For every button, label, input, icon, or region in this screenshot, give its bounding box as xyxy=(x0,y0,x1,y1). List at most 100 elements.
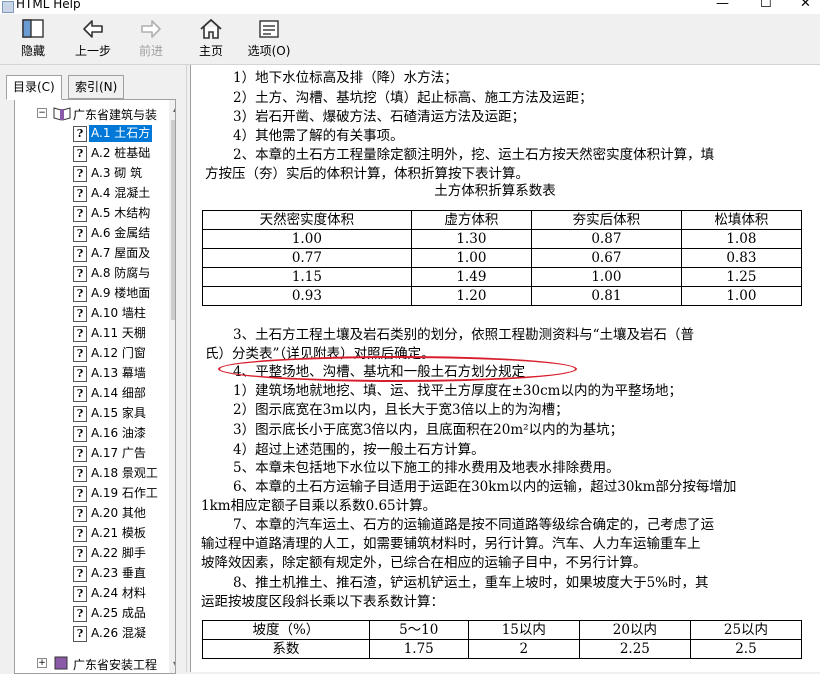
help-topic-icon: ? xyxy=(73,286,87,302)
table-header-cell: 松填体积 xyxy=(680,210,803,230)
arrow-right-icon xyxy=(141,20,161,38)
tree-item-label: A.13 幕墙 xyxy=(91,366,146,380)
table-header-cell: 虚方体积 xyxy=(410,210,533,230)
help-topic-icon: ? xyxy=(73,446,87,462)
text-line: 坡降效因素，除定额有规定外，已综合在相应的运输子目中，不另行计算。 xyxy=(201,555,647,571)
tree-item-label: A.18 景观工 xyxy=(91,466,158,480)
table-row: 坡度（%） 5～10 15以内 20以内 25以内 xyxy=(202,620,803,640)
closed-book-icon xyxy=(54,656,68,670)
tree-item-label: A.14 细部 xyxy=(91,386,146,400)
tree-item-label: A.15 家具 xyxy=(91,406,146,420)
text-line: 7、本章的汽车运土、石方的运输道路是按不同道路等级综合确定的，己考虑了运 xyxy=(233,517,715,533)
maximize-button[interactable]: ☐ xyxy=(760,0,772,11)
scrollbar-thumb[interactable] xyxy=(171,120,175,320)
tree-item-label: A.7 屋面及 xyxy=(91,246,151,260)
table-cell: 1.00 xyxy=(531,267,682,287)
tree-item-label: A.4 混凝土 xyxy=(91,186,151,200)
table-cell: 0.81 xyxy=(531,286,682,306)
collapse-icon[interactable]: − xyxy=(37,108,47,118)
table-cell: 20以内 xyxy=(578,620,691,640)
help-topic-icon: ? xyxy=(73,486,87,502)
table-cell: 25以内 xyxy=(689,620,803,640)
text-line: 5、本章未包括地下水位以下施工的排水费用及地表水排除费用。 xyxy=(233,460,620,476)
topic-content: 1）地下水位标高及排（降）水方法； 2）土方、沟槽、基坑挖（填）起止标高、施工方… xyxy=(190,65,820,672)
text-line: 1km相应定额子目乘以系数0.65计算。 xyxy=(201,498,437,514)
table-row: 1.15 1.49 1.00 1.25 xyxy=(202,267,803,287)
table-cell: 1.20 xyxy=(410,286,533,306)
scroll-up-icon[interactable]: ▲ xyxy=(173,104,175,113)
table-cell: 1.25 xyxy=(680,267,803,287)
table-cell: 1.75 xyxy=(368,639,469,659)
tree-item-label: A.22 脚手 xyxy=(91,546,146,560)
help-topic-icon: ? xyxy=(73,426,87,442)
home-button[interactable]: 主页 xyxy=(192,14,230,64)
help-topic-icon: ? xyxy=(73,246,87,262)
table-cell: 1.08 xyxy=(680,229,803,249)
scroll-down-icon[interactable]: ▼ xyxy=(173,660,175,669)
tab-index[interactable]: 索引(N) xyxy=(68,75,125,99)
close-button[interactable]: ✕ xyxy=(800,0,811,11)
help-topic-icon: ? xyxy=(73,126,87,142)
help-topic-icon: ? xyxy=(73,306,87,322)
tree-item-label: A.21 模板 xyxy=(91,526,146,540)
table-row: 0.77 1.00 0.67 0.83 xyxy=(202,248,803,268)
help-topic-icon: ? xyxy=(73,586,87,602)
options-icon xyxy=(259,20,279,38)
expand-icon[interactable]: + xyxy=(37,658,47,668)
tab-contents[interactable]: 目录(C) xyxy=(6,75,62,100)
text-line: 2、本章的土石方工程量除定额注明外，挖、运土石方按天然密实度体积计算，填 xyxy=(233,147,715,163)
help-topic-icon: ? xyxy=(73,266,87,282)
hide-button[interactable]: 隐藏 xyxy=(14,14,52,64)
tree-item-label: A.20 其他 xyxy=(91,506,146,520)
text-line: 1）建筑场地就地挖、填、运、找平土方厚度在±30cm以内的为平整场地； xyxy=(233,383,682,399)
help-topic-icon: ? xyxy=(73,326,87,342)
text-line: 3）图示底长小于底宽3倍以内，且底面积在20m²以内的为基坑； xyxy=(233,422,624,438)
table-cell: 1.00 xyxy=(680,286,803,306)
table-cell: 0.93 xyxy=(202,286,412,306)
back-button[interactable]: 上一步 xyxy=(70,14,116,64)
text-line: 3）岩石开凿、爆破方法、石碴清运方法及运距； xyxy=(233,109,526,125)
help-topic-icon: ? xyxy=(73,346,87,362)
hide-pane-icon xyxy=(22,19,44,38)
table-cell: 0.87 xyxy=(531,229,682,249)
options-button[interactable]: 选项(O) xyxy=(246,14,292,64)
arrow-left-icon xyxy=(83,20,103,38)
home-icon xyxy=(200,18,222,39)
text-line: 6、本章的土石方运输子目适用于运距在30km以内的运输，超过30km部分按每增加 xyxy=(233,479,737,495)
slope-coefficient-table: 坡度（%） 5～10 15以内 20以内 25以内 系数 1.75 2 2.25… xyxy=(202,620,803,659)
tree-item-label: A.19 石作工 xyxy=(91,486,158,500)
help-topic-icon: ? xyxy=(73,146,87,162)
table-header-cell: 夯实后体积 xyxy=(531,210,682,230)
forward-button[interactable]: 前进 xyxy=(132,14,170,64)
table-cell: 1.49 xyxy=(410,267,533,287)
tree-bottom-label: 广东省安装工程 xyxy=(73,658,158,672)
text-line: 输过程中道路清理的人工，如需要铺筑材料时，另行计算。汽车、人力车运输重车上 xyxy=(201,536,701,552)
table-row: 0.93 1.20 0.81 1.00 xyxy=(202,286,803,306)
table-title: 土方体积折算系数表 xyxy=(434,183,556,199)
contents-tree: − 广东省建筑与装 ? A.1 土石方? A.2 桩基础? A.3 砌 筑? A.4 混… xyxy=(14,99,176,674)
table-cell: 1.00 xyxy=(410,248,533,268)
table-row: 1.00 1.30 0.87 1.08 xyxy=(202,229,803,249)
help-topic-icon: ? xyxy=(73,226,87,242)
help-topic-icon: ? xyxy=(73,366,87,382)
table-cell: 2.25 xyxy=(578,639,691,659)
help-app-icon xyxy=(2,1,14,13)
text-line: 2）土方、沟槽、基坑挖（填）起止标高、施工方法及运距； xyxy=(233,90,593,106)
help-topic-icon: ? xyxy=(73,466,87,482)
help-topic-icon: ? xyxy=(73,546,87,562)
open-book-icon xyxy=(53,107,71,121)
tree-item-label: A.26 混凝 xyxy=(91,626,146,640)
table-cell: 坡度（%） xyxy=(202,620,370,640)
table-cell: 2 xyxy=(467,639,580,659)
help-topic-icon: ? xyxy=(73,386,87,402)
table-header-row: 天然密实度体积 虚方体积 夯实后体积 松填体积 xyxy=(202,210,803,230)
help-topic-icon: ? xyxy=(73,526,87,542)
table-cell: 1.15 xyxy=(202,267,412,287)
tree-scrollbar[interactable]: ▲ ▼ xyxy=(169,100,175,673)
table-cell: 15以内 xyxy=(467,620,580,640)
help-topic-icon: ? xyxy=(73,406,87,422)
minimize-button[interactable]: — xyxy=(716,0,729,11)
text-line: 8、推土机推土、推石渣，铲运机铲运土，重车上坡时，如果坡度大于5%时，其 xyxy=(233,575,709,591)
tree-item-label: A.1 土石方 xyxy=(89,125,153,142)
table-cell: 0.83 xyxy=(680,248,803,268)
